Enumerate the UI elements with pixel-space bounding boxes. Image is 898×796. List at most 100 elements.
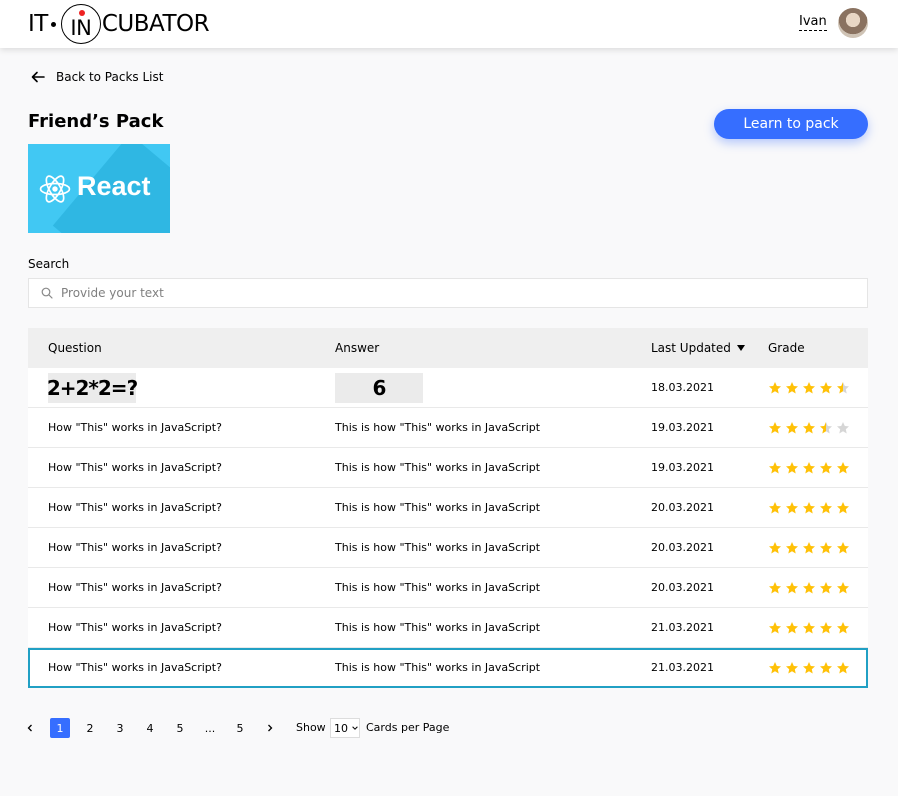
column-header-grade[interactable]: Grade: [768, 341, 805, 355]
star-half-icon: [837, 381, 849, 393]
star-full-icon: [786, 661, 798, 673]
search-input[interactable]: [61, 286, 761, 300]
logo-text-right: CUBATOR: [101, 11, 210, 37]
next-page-button[interactable]: [260, 718, 280, 738]
table-row[interactable]: How "This" works in JavaScript? This is h…: [28, 408, 868, 448]
grade-stars: [768, 381, 850, 395]
grade-stars: [768, 621, 850, 635]
logo-red-dot: [78, 10, 85, 16]
arrow-left-icon: [31, 71, 45, 83]
page-button[interactable]: 2: [80, 718, 100, 738]
star-full-icon: [803, 461, 815, 473]
last-updated-label: Last Updated: [651, 341, 731, 355]
search-label: Search: [28, 257, 70, 271]
grade-stars: [768, 501, 850, 515]
star-full-icon: [769, 541, 781, 553]
table-row[interactable]: How "This" works in JavaScript? This is h…: [28, 568, 868, 608]
question-cell: How "This" works in JavaScript?: [48, 581, 222, 594]
star-full-icon: [803, 501, 815, 513]
page-button[interactable]: 1: [50, 718, 70, 738]
star-full-icon: [786, 501, 798, 513]
star-full-icon: [820, 661, 832, 673]
grade-stars: [768, 421, 850, 435]
table-row[interactable]: How "This" works in JavaScript? This is h…: [28, 648, 868, 688]
column-header-last-updated[interactable]: Last Updated: [651, 341, 745, 355]
logo-text-left: IT: [28, 11, 48, 37]
table-body: 2+2*2=? 6 18.03.2021 How "This" works in Ja…: [28, 368, 868, 688]
grade-stars: [768, 541, 850, 555]
learn-to-pack-button[interactable]: Learn to pack: [714, 109, 868, 139]
table-row[interactable]: How "This" works in JavaScript? This is h…: [28, 608, 868, 648]
per-page-select[interactable]: 10: [330, 718, 360, 738]
chevron-left-icon: [27, 724, 32, 732]
star-full-icon: [803, 661, 815, 673]
table-row[interactable]: How "This" works in JavaScript? This is h…: [28, 448, 868, 488]
answer-cell: This is how "This" works in JavaScript: [335, 661, 541, 674]
question-cell: How "This" works in JavaScript?: [48, 501, 222, 514]
answer-cell: This is how "This" works in JavaScript: [335, 501, 541, 514]
cover-text: React: [77, 171, 151, 201]
star-full-icon: [769, 661, 781, 673]
page-button[interactable]: 4: [140, 718, 160, 738]
star-full-icon: [769, 461, 781, 473]
question-cell: How "This" works in JavaScript?: [48, 621, 222, 634]
date-cell: 19.03.2021: [651, 421, 714, 434]
prev-page-button[interactable]: [20, 718, 40, 738]
question-image-cell: 2+2*2=?: [47, 372, 138, 403]
table-row[interactable]: 2+2*2=? 6 18.03.2021: [28, 368, 868, 408]
star-full-icon: [820, 501, 832, 513]
column-header-question[interactable]: Question: [48, 341, 102, 355]
answer-cell: This is how "This" works in JavaScript: [335, 541, 541, 554]
page-title: Friend’s Pack: [28, 111, 164, 132]
page-button[interactable]: 5: [230, 718, 250, 738]
date-cell: 20.03.2021: [651, 501, 714, 514]
star-full-icon: [820, 621, 832, 633]
star-full-icon: [786, 581, 798, 593]
search-icon: [41, 287, 53, 299]
grade-stars: [768, 581, 850, 595]
date-cell: 21.03.2021: [651, 661, 714, 674]
logo-dot: [50, 21, 56, 27]
answer-cell: This is how "This" works in JavaScript: [335, 621, 541, 634]
answer-cell: This is how "This" works in JavaScript: [335, 421, 541, 434]
chevron-right-icon: [268, 724, 273, 732]
star-full-icon: [769, 381, 781, 393]
user-name[interactable]: Ivan: [799, 14, 827, 31]
show-label: Show: [296, 721, 326, 734]
logo[interactable]: IT IN CUBATOR: [28, 4, 210, 44]
table-row[interactable]: How "This" works in JavaScript? This is h…: [28, 488, 868, 528]
star-full-icon: [820, 381, 832, 393]
date-cell: 20.03.2021: [651, 541, 714, 554]
star-full-icon: [837, 621, 849, 633]
sort-desc-icon: [736, 345, 745, 351]
avatar[interactable]: [838, 8, 868, 38]
star-full-icon: [803, 421, 815, 433]
search-box[interactable]: [28, 278, 868, 308]
star-full-icon: [820, 541, 832, 553]
star-half-icon: [820, 421, 832, 433]
page-button[interactable]: 3: [110, 718, 130, 738]
logo-text-in: IN: [70, 15, 92, 40]
table-row[interactable]: How "This" works in JavaScript? This is h…: [28, 528, 868, 568]
star-full-icon: [769, 621, 781, 633]
react-logo-icon: [39, 175, 71, 203]
cards-per-page-label: Cards per Page: [366, 721, 450, 734]
answer-cell: This is how "This" works in JavaScript: [335, 461, 541, 474]
star-full-icon: [786, 461, 798, 473]
column-header-answer[interactable]: Answer: [335, 341, 379, 355]
page-ellipsis: ...: [204, 721, 216, 735]
pack-cover-image: React: [28, 144, 170, 233]
star-full-icon: [837, 501, 849, 513]
star-full-icon: [769, 581, 781, 593]
page-button[interactable]: 5: [170, 718, 190, 738]
star-full-icon: [786, 381, 798, 393]
star-full-icon: [803, 581, 815, 593]
top-header: IT IN CUBATOR Ivan: [0, 0, 898, 48]
star-full-icon: [820, 581, 832, 593]
grade-stars: [768, 461, 850, 475]
star-empty-icon: [837, 421, 849, 433]
back-to-packs-link[interactable]: Back to Packs List: [30, 69, 163, 85]
answer-image-cell: 6: [335, 372, 423, 403]
star-full-icon: [820, 461, 832, 473]
chevron-down-icon: [352, 726, 358, 730]
